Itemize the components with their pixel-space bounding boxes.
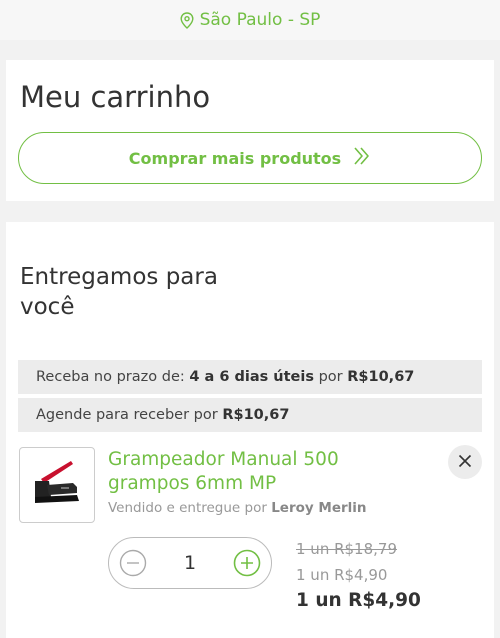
- seller-prefix: Vendido e entregue por: [108, 500, 267, 516]
- delivery-option-prefix: Receba no prazo de:: [36, 369, 185, 385]
- buy-more-products-label: Comprar mais produtos: [128, 148, 342, 168]
- unit-price: 1 un R$4,90: [296, 566, 388, 584]
- page-title: Meu carrinho: [20, 80, 211, 114]
- remove-item-button[interactable]: [448, 445, 482, 479]
- close-icon: [458, 453, 472, 472]
- seller-name: Leroy Merlin: [271, 500, 367, 516]
- delivery-option-price: R$10,67: [222, 407, 290, 423]
- location-text: São Paulo - SP: [199, 10, 321, 30]
- seller-info: Vendido e entregue por Leroy Merlin: [108, 500, 367, 516]
- plus-circle-icon: [233, 549, 261, 577]
- product-name-link[interactable]: Grampeador Manual 500 grampos 6mm MP: [108, 448, 408, 496]
- minus-circle-icon: [119, 549, 147, 577]
- buy-more-products-button[interactable]: Comprar mais produtos: [18, 132, 482, 184]
- location-bar[interactable]: São Paulo - SP: [0, 0, 500, 40]
- delivery-option-connector: por: [318, 369, 343, 385]
- delivery-option-prefix: Agende para receber por: [36, 407, 218, 423]
- location-pin-icon: [180, 11, 194, 29]
- decrease-quantity-button[interactable]: [118, 548, 148, 578]
- delivery-option-price: R$10,67: [347, 369, 415, 385]
- delivery-card: Entregamos para você Receba no prazo de:…: [6, 222, 494, 638]
- delivery-title: Entregamos para você: [20, 264, 218, 320]
- delivery-option-standard[interactable]: Receba no prazo de: 4 a 6 dias úteis por…: [18, 360, 482, 394]
- delivery-option-scheduled[interactable]: Agende para receber por R$10,67: [18, 398, 482, 432]
- total-price: 1 un R$4,90: [296, 590, 421, 611]
- original-price: 1 un R$18,79: [296, 540, 398, 558]
- double-chevron-right-icon: [353, 146, 371, 170]
- stapler-image: [35, 461, 79, 503]
- quantity-value[interactable]: 1: [184, 552, 196, 574]
- quantity-stepper: 1: [108, 537, 272, 589]
- delivery-option-term: 4 a 6 dias úteis: [189, 369, 314, 385]
- increase-quantity-button[interactable]: [232, 548, 262, 578]
- product-image[interactable]: [19, 447, 95, 523]
- cart-header-card: Meu carrinho Comprar mais produtos: [6, 60, 494, 201]
